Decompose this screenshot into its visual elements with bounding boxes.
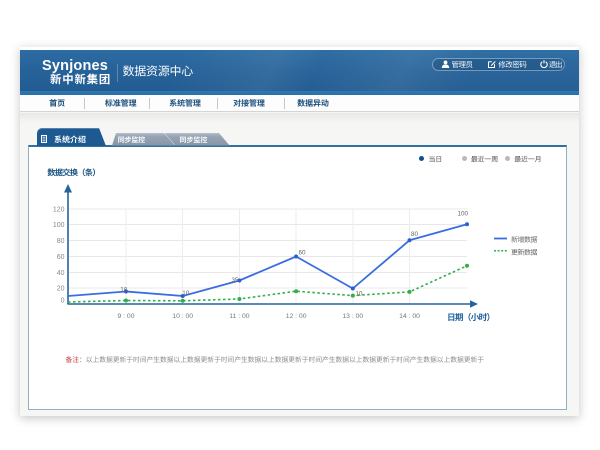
svg-text:18: 18: [120, 286, 128, 293]
svg-text:120: 120: [53, 206, 65, 213]
svg-text:80: 80: [411, 231, 419, 238]
svg-text:12 : 00: 12 : 00: [286, 313, 307, 320]
svg-text:35: 35: [232, 277, 240, 284]
svg-text:9 : 00: 9 : 00: [117, 313, 134, 320]
svg-text:11 : 00: 11 : 00: [229, 313, 250, 320]
svg-text:0: 0: [61, 297, 65, 304]
svg-text:60: 60: [57, 254, 65, 261]
svg-text:10: 10: [356, 291, 364, 298]
svg-text:14 : 00: 14 : 00: [399, 313, 420, 320]
svg-text:13 : 00: 13 : 00: [342, 313, 363, 320]
svg-text:20: 20: [57, 286, 65, 293]
svg-text:10 : 00: 10 : 00: [172, 313, 193, 320]
svg-text:60: 60: [299, 250, 307, 257]
svg-text:10: 10: [182, 290, 190, 297]
svg-text:40: 40: [57, 270, 65, 277]
svg-text:100: 100: [458, 211, 469, 218]
svg-text:100: 100: [53, 222, 65, 229]
svg-text:80: 80: [57, 238, 65, 245]
